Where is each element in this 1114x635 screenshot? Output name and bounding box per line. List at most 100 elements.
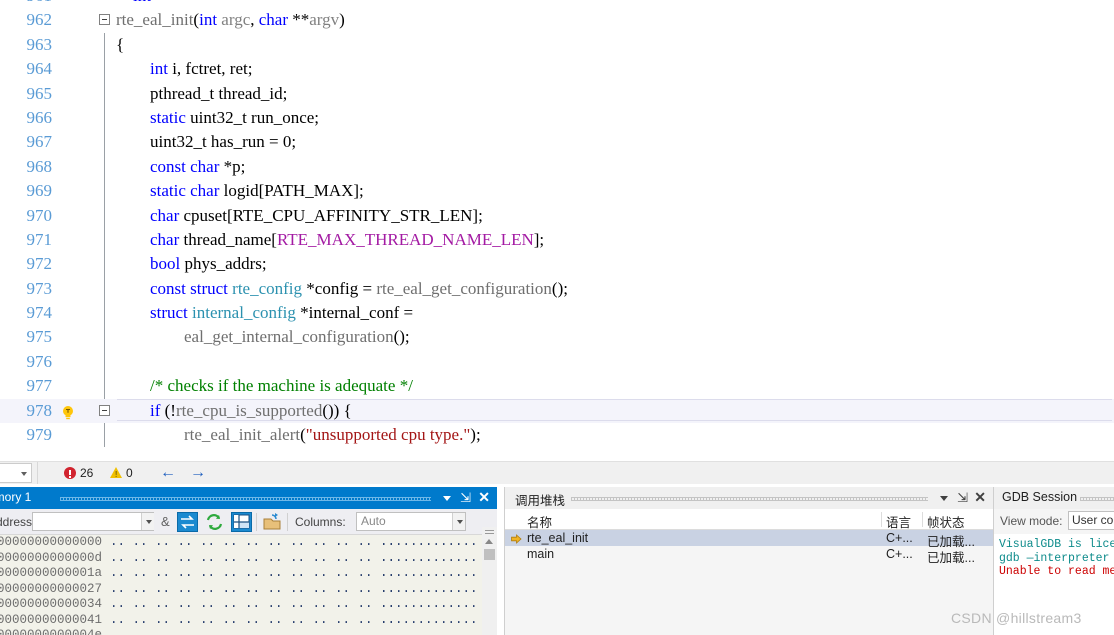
fold-guide-line: [104, 252, 105, 277]
lightbulb-icon[interactable]: [60, 404, 76, 420]
chevron-down-icon[interactable]: [21, 472, 27, 476]
code-line[interactable]: 961 int: [0, 0, 1114, 8]
code-editor[interactable]: 961 int 962 rte_eal_init(int argc, char **…: [0, 0, 1114, 461]
open-file-button[interactable]: [262, 512, 283, 532]
code-line[interactable]: 978 if (!rte_cpu_is_supported()) {: [0, 398, 1114, 424]
call-stack-row[interactable]: main C+... 已加载...: [505, 546, 993, 565]
code-line[interactable]: 977 /* checks if the machine is adequate…: [0, 374, 1114, 399]
titlebar-grip: [571, 497, 928, 501]
memory-ascii: .............: [380, 597, 478, 611]
line-number: 974: [26, 303, 53, 323]
code-line[interactable]: 973 const struct rte_config *config = rt…: [0, 276, 1114, 302]
code-line[interactable]: 969 static char logid[PATH_MAX];: [0, 179, 1114, 204]
column-header-frame-state[interactable]: 帧状态: [927, 512, 965, 531]
navigate-forward-icon[interactable]: →: [190, 465, 206, 481]
fold-guide-line: [104, 32, 105, 58]
pin-icon[interactable]: ⇲: [957, 491, 968, 504]
memory-row[interactable]: 000000000000000d .. .. .. .. .. .. .. .. …: [0, 551, 482, 567]
code-line-text: int: [116, 0, 151, 8]
pin-icon[interactable]: ⇲: [460, 491, 471, 504]
code-line[interactable]: 966 static uint32_t run_once;: [0, 105, 1114, 131]
chevron-down-icon[interactable]: [443, 496, 451, 501]
code-token: {: [116, 34, 125, 54]
memory-hex-bytes: .. .. .. .. .. .. .. .. .. .. .. .. ..: [110, 566, 396, 580]
code-line-text: /* checks if the machine is adequate */: [116, 374, 413, 398]
scroll-up-icon[interactable]: [485, 539, 493, 544]
memory-row[interactable]: 0000000000000034 .. .. .. .. .. .. .. .. …: [0, 597, 482, 613]
code-line[interactable]: 975 eal_get_internal_configuration();: [0, 325, 1114, 350]
warning-icon-bang: !: [115, 470, 118, 479]
code-line-text: char cpuset[RTE_CPU_AFFINITY_STR_LEN];: [116, 204, 483, 228]
view-mode-label: View mode:: [1000, 514, 1063, 528]
code-line[interactable]: 962 rte_eal_init(int argc, char **argv): [0, 8, 1114, 32]
columns-select[interactable]: Auto: [356, 512, 466, 531]
chevron-down-icon[interactable]: [940, 496, 948, 501]
line-number: 964: [26, 59, 53, 79]
code-token: "unsupported cpu type.": [305, 425, 471, 445]
code-line[interactable]: 971 char thread_name[RTE_MAX_THREAD_NAME…: [0, 227, 1114, 253]
navigate-back-icon[interactable]: ←: [160, 465, 176, 481]
code-line[interactable]: 972 bool phys_addrs;: [0, 252, 1114, 277]
gdb-log-line: Unable to read mem: [999, 565, 1114, 578]
code-line[interactable]: 976: [0, 349, 1114, 375]
fold-collapse-icon[interactable]: [99, 404, 110, 416]
line-number: 967: [26, 132, 53, 152]
refresh-button[interactable]: [204, 512, 225, 532]
error-count[interactable]: 26: [80, 466, 93, 480]
code-line[interactable]: 979 rte_eal_init_alert("unsupported cpu …: [0, 423, 1114, 448]
line-number: 966: [26, 107, 53, 127]
code-line[interactable]: 974 struct internal_config *internal_con…: [0, 301, 1114, 326]
scrollbar-thumb[interactable]: [484, 549, 495, 560]
code-line[interactable]: 967 uint32_t has_run = 0;: [0, 130, 1114, 155]
memory-row[interactable]: 0000000000000041 .. .. .. .. .. .. .. .. …: [0, 613, 482, 629]
address-label: Address:: [0, 515, 36, 529]
columns-dropdown-icon[interactable]: [452, 513, 465, 530]
memory-row[interactable]: 0000000000000027 .. .. .. .. .. .. .. .. …: [0, 582, 482, 598]
warning-count[interactable]: 0: [126, 466, 133, 480]
memory-row[interactable]: 000000000000001a .. .. .. .. .. .. .. .. …: [0, 566, 482, 582]
fold-guide-line: [104, 374, 105, 399]
fold-guide-line: [104, 105, 105, 131]
close-icon[interactable]: ✕: [974, 490, 986, 504]
memory-hex-view[interactable]: 0000000000000000 .. .. .. .. .. .. .. .. …: [0, 535, 482, 635]
close-icon[interactable]: ✕: [478, 490, 490, 504]
line-number: 971: [26, 229, 53, 249]
fold-collapse-icon[interactable]: [99, 14, 110, 26]
code-token: static: [150, 107, 186, 127]
line-number: 973: [26, 278, 53, 298]
code-token: logid[PATH_MAX];: [219, 181, 364, 201]
call-stack-frame-name: rte_eal_init: [527, 531, 589, 545]
swap-bytes-button[interactable]: [177, 512, 198, 532]
fold-guide-line: [104, 154, 105, 180]
address-input[interactable]: [32, 512, 154, 531]
memory-address: 000000000000001a: [0, 566, 103, 580]
code-line[interactable]: 968 const char *p;: [0, 154, 1114, 180]
view-mode-select[interactable]: User co: [1068, 511, 1114, 530]
code-token: bool: [150, 254, 181, 274]
line-number: 976: [26, 351, 53, 371]
memory-row[interactable]: 000000000000004e .. .. .. .. .. .. .. .. …: [0, 628, 482, 635]
address-dropdown-icon[interactable]: [141, 513, 154, 530]
zoom-level-select[interactable]: %: [0, 463, 32, 483]
code-line-text: {: [116, 33, 124, 57]
code-line[interactable]: 965 pthread_t thread_id;: [0, 81, 1114, 106]
code-line-text: const char *p;: [116, 155, 245, 179]
call-stack-frame-language: C+...: [886, 531, 913, 545]
fold-guide-line: [104, 57, 105, 82]
code-line-text: pthread_t thread_id;: [116, 82, 287, 106]
code-line[interactable]: 970 char cpuset[RTE_CPU_AFFINITY_STR_LEN…: [0, 203, 1114, 228]
memory-ascii: .............: [380, 581, 478, 596]
code-token: rte_eal_init: [116, 10, 194, 30]
view-layout-button[interactable]: [231, 512, 252, 532]
call-stack-row[interactable]: rte_eal_init C+... 已加载...: [505, 530, 993, 549]
code-line[interactable]: 963 {: [0, 32, 1114, 58]
code-token: struct: [150, 303, 188, 323]
memory-row[interactable]: 0000000000000000 .. .. .. .. .. .. .. .. …: [0, 535, 482, 551]
column-header-name[interactable]: 名称: [527, 512, 552, 531]
code-token: thread_name[: [179, 229, 277, 249]
column-header-language[interactable]: 语言: [886, 512, 911, 531]
memory-vertical-scrollbar[interactable]: [482, 535, 497, 635]
code-line[interactable]: 964 int i, fctret, ret;: [0, 57, 1114, 82]
